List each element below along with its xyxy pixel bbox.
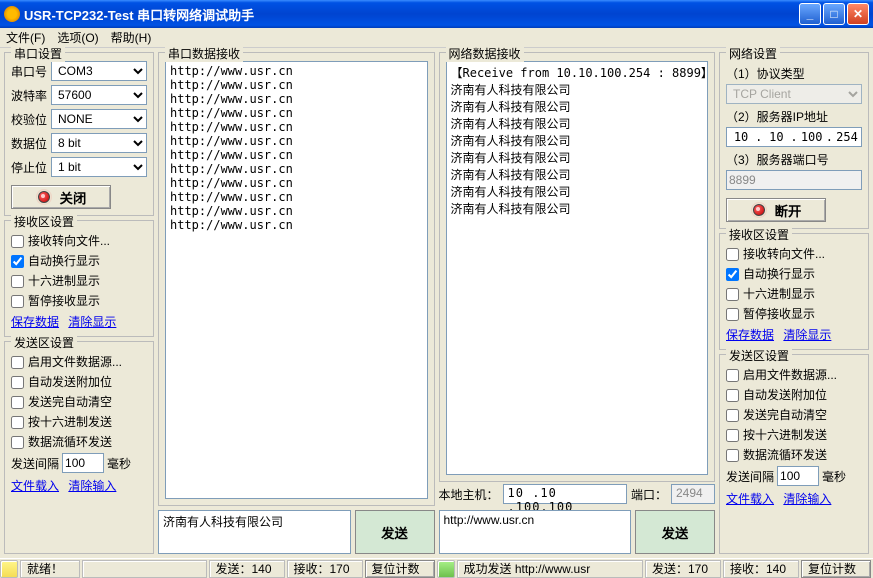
proto-label: （1）协议类型 <box>726 65 862 82</box>
localhost-label: 本地主机： <box>439 486 499 503</box>
databits-label: 数据位 <box>11 135 47 152</box>
net-clear-input-link[interactable]: 清除输入 <box>783 492 831 506</box>
hex-display-check[interactable]: 十六进制显示 <box>11 272 147 289</box>
net-interval-label: 发送间隔 <box>726 468 774 485</box>
pause-recv-check[interactable]: 暂停接收显示 <box>11 292 147 309</box>
net-clear-after-check[interactable]: 发送完自动清空 <box>726 406 862 423</box>
net-send-input[interactable]: http://www.usr.cn <box>439 510 632 554</box>
net-save-data-link[interactable]: 保存数据 <box>726 328 774 342</box>
file-source-check[interactable]: 启用文件数据源... <box>11 353 147 370</box>
parity-select[interactable]: NONE <box>51 109 147 129</box>
recv-options-title: 接收区设置 <box>11 213 77 230</box>
hex-send-check[interactable]: 按十六进制发送 <box>11 413 147 430</box>
com-port-label: 串口号 <box>11 63 47 80</box>
server-ip-input[interactable]: 10.10.100.254 <box>726 127 862 147</box>
window-title: USR-TCP232-Test 串口转网络调试助手 <box>24 5 799 24</box>
connection-indicator-icon <box>753 204 765 216</box>
net-status-indicator-icon <box>437 560 455 578</box>
maximize-button[interactable]: □ <box>823 3 845 25</box>
baud-label: 波特率 <box>11 87 47 104</box>
net-send-options-title: 发送区设置 <box>726 347 792 364</box>
net-recv-textarea[interactable]: 【Receive from 10.10.100.254 : 8899】： 济南有… <box>446 61 709 475</box>
serial-ready-label: 就绪！ <box>20 560 80 578</box>
net-loop-send-check[interactable]: 数据流循环发送 <box>726 446 862 463</box>
localhost-ip[interactable]: 10 .10 .100.100 <box>503 484 627 504</box>
net-send-options-group: 发送区设置 启用文件数据源... 自动发送附加位 发送完自动清空 按十六进制发送… <box>719 354 869 554</box>
net-recv-options-title: 接收区设置 <box>726 226 792 243</box>
net-settings-group: 网络设置 （1）协议类型 TCP Client （2）服务器IP地址 10.10… <box>719 52 869 229</box>
com-port-select[interactable]: COM3 <box>51 61 147 81</box>
menu-file[interactable]: 文件(F) <box>6 29 45 46</box>
server-port-label: （3）服务器端口号 <box>726 151 862 168</box>
server-port-input <box>726 170 862 190</box>
net-status-msg: 成功发送 http://www.usr <box>457 560 644 578</box>
net-file-load-link[interactable]: 文件载入 <box>726 492 774 506</box>
databits-select[interactable]: 8 bit <box>51 133 147 153</box>
ms-label: 毫秒 <box>107 455 131 472</box>
serial-send-input[interactable]: 济南有人科技有限公司 <box>158 510 351 554</box>
net-recv-options-group: 接收区设置 接收转向文件... 自动换行显示 十六进制显示 暂停接收显示 保存数… <box>719 233 869 350</box>
recv-to-file-check[interactable]: 接收转向文件... <box>11 232 147 249</box>
serial-status-msg <box>82 560 207 578</box>
send-options-title: 发送区设置 <box>11 334 77 351</box>
statusbar: 就绪！ 发送：140 接收：170 复位计数 成功发送 http://www.u… <box>0 558 873 578</box>
server-ip-label: （2）服务器IP地址 <box>726 108 862 125</box>
net-recv-count: 接收：140 <box>723 560 799 578</box>
close-button[interactable]: ✕ <box>847 3 869 25</box>
menu-options[interactable]: 选项(O) <box>57 29 98 46</box>
baud-select[interactable]: 57600 <box>51 85 147 105</box>
net-recv-title: 网络数据接收 <box>446 45 524 62</box>
serial-close-button[interactable]: 关闭 <box>11 185 111 209</box>
serial-settings-title: 串口设置 <box>11 45 65 62</box>
serial-send-button[interactable]: 发送 <box>355 510 435 554</box>
serial-recv-textarea[interactable]: http://www.usr.cn http://www.usr.cn http… <box>165 61 428 499</box>
serial-status-indicator-icon <box>0 560 18 578</box>
serial-send-options-group: 发送区设置 启用文件数据源... 自动发送附加位 发送完自动清空 按十六进制发送… <box>4 341 154 554</box>
serial-recv-title: 串口数据接收 <box>165 45 243 62</box>
connection-indicator-icon <box>38 191 50 203</box>
parity-label: 校验位 <box>11 111 47 128</box>
net-send-count: 发送：170 <box>645 560 721 578</box>
localhost-port-label: 端口： <box>631 486 667 503</box>
auto-extra-check[interactable]: 自动发送附加位 <box>11 373 147 390</box>
net-hex-send-check[interactable]: 按十六进制发送 <box>726 426 862 443</box>
net-recv-to-file-check[interactable]: 接收转向文件... <box>726 245 862 262</box>
net-file-source-check[interactable]: 启用文件数据源... <box>726 366 862 383</box>
interval-label: 发送间隔 <box>11 455 59 472</box>
net-send-button[interactable]: 发送 <box>635 510 715 554</box>
save-data-link[interactable]: 保存数据 <box>11 315 59 329</box>
serial-recv-options-group: 接收区设置 接收转向文件... 自动换行显示 十六进制显示 暂停接收显示 保存数… <box>4 220 154 337</box>
localhost-port: 2494 <box>671 484 715 504</box>
auto-wrap-check[interactable]: 自动换行显示 <box>11 252 147 269</box>
app-icon <box>4 6 20 22</box>
interval-input[interactable] <box>62 453 104 473</box>
clear-after-check[interactable]: 发送完自动清空 <box>11 393 147 410</box>
serial-reset-count-button[interactable]: 复位计数 <box>365 560 435 578</box>
proto-select: TCP Client <box>726 84 862 104</box>
loop-send-check[interactable]: 数据流循环发送 <box>11 433 147 450</box>
net-auto-wrap-check[interactable]: 自动换行显示 <box>726 265 862 282</box>
titlebar: USR-TCP232-Test 串口转网络调试助手 _ □ ✕ <box>0 0 873 28</box>
serial-recv-count: 接收：170 <box>287 560 363 578</box>
net-pause-recv-check[interactable]: 暂停接收显示 <box>726 305 862 322</box>
net-recv-group: 网络数据接收 【Receive from 10.10.100.254 : 889… <box>439 52 716 482</box>
net-ms-label: 毫秒 <box>822 468 846 485</box>
clear-display-link[interactable]: 清除显示 <box>68 315 116 329</box>
serial-settings-group: 串口设置 串口号COM3 波特率57600 校验位NONE 数据位8 bit 停… <box>4 52 154 216</box>
clear-input-link[interactable]: 清除输入 <box>68 479 116 493</box>
net-auto-extra-check[interactable]: 自动发送附加位 <box>726 386 862 403</box>
stopbits-label: 停止位 <box>11 159 47 176</box>
minimize-button[interactable]: _ <box>799 3 821 25</box>
net-hex-display-check[interactable]: 十六进制显示 <box>726 285 862 302</box>
stopbits-select[interactable]: 1 bit <box>51 157 147 177</box>
file-load-link[interactable]: 文件载入 <box>11 479 59 493</box>
serial-send-count: 发送：140 <box>209 560 285 578</box>
net-clear-display-link[interactable]: 清除显示 <box>783 328 831 342</box>
serial-recv-group: 串口数据接收 http://www.usr.cn http://www.usr.… <box>158 52 435 506</box>
net-interval-input[interactable] <box>777 466 819 486</box>
net-disconnect-button[interactable]: 断开 <box>726 198 826 222</box>
net-settings-title: 网络设置 <box>726 45 780 62</box>
menu-help[interactable]: 帮助(H) <box>111 29 152 46</box>
net-reset-count-button[interactable]: 复位计数 <box>801 560 871 578</box>
